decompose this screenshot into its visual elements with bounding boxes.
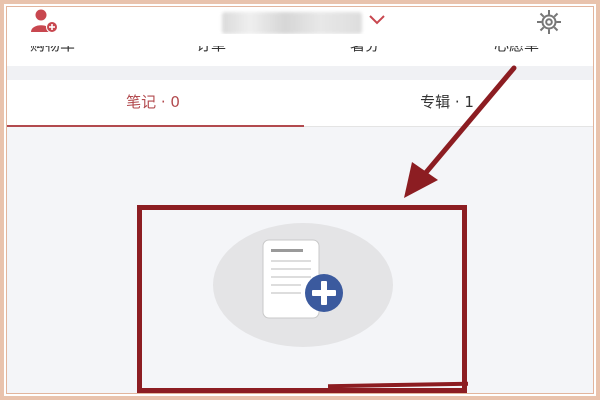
account-nav: 购物车 订单 署芬 心愿单 [6,34,594,56]
chevron-down-icon[interactable] [368,12,386,26]
nav-item-wishlist[interactable]: 心愿单 [494,34,539,56]
tab-notes-label: 笔记 · 0 [126,93,180,111]
settings-button[interactable] [535,8,563,36]
gear-icon [537,10,561,34]
nav-item-cart[interactable]: 购物车 [30,34,75,56]
tab-notes[interactable]: 笔记 · 0 [6,80,304,127]
annotation-arrow [404,65,517,198]
add-user-icon [31,9,58,33]
nav-item-3[interactable]: 署芬 [350,34,380,56]
blurred-username [222,12,362,34]
app-screen: 购物车 订单 署芬 心愿单 笔记 · 0 专辑 · 1 [6,6,594,394]
add-user-button[interactable] [30,8,60,34]
nav-item-orders[interactable]: 订单 [196,34,226,56]
active-tab-indicator [6,125,304,127]
top-bar: 购物车 订单 署芬 心愿单 [6,6,594,66]
highlight-box [137,205,467,393]
